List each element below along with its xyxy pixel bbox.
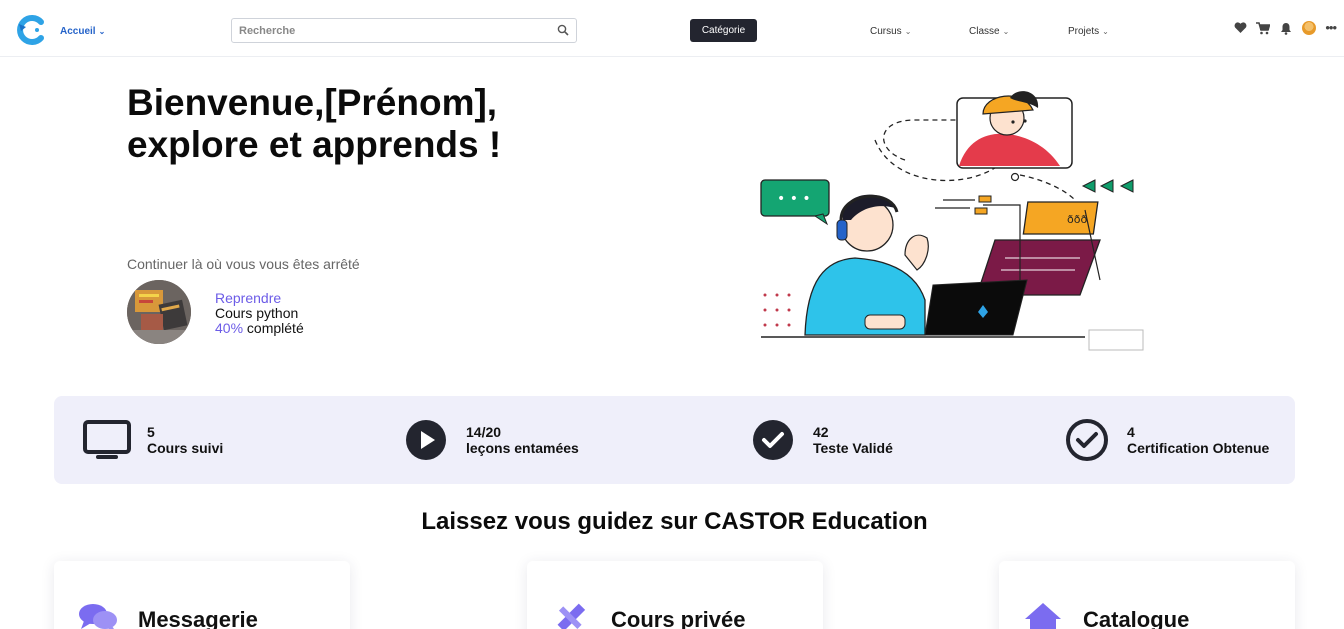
svg-text:ððð: ððð: [1067, 213, 1087, 226]
nav-icon-group: •••: [1233, 21, 1337, 35]
bell-icon[interactable]: [1279, 21, 1293, 35]
course-name: Cours python: [215, 305, 299, 321]
pencil-ruler-icon: [551, 601, 591, 629]
progress-suffix: complété: [243, 320, 304, 336]
resume-link[interactable]: Reprendre: [215, 291, 304, 306]
card-cours-privee[interactable]: Cours privée: [527, 561, 823, 629]
heart-icon[interactable]: [1233, 21, 1247, 35]
play-icon: [401, 415, 451, 465]
stat-label: Cours suivi: [147, 440, 224, 456]
nav-cursus-dropdown[interactable]: Cursus ⌄: [870, 26, 911, 37]
monitor-icon: [82, 415, 132, 465]
card-catalogue[interactable]: Catalogue: [999, 561, 1295, 629]
course-progress: 40% complété: [215, 321, 304, 336]
stat-label: Certification Obtenue: [1127, 440, 1270, 456]
section-title: Laissez vous guidez sur CASTOR Education: [421, 508, 928, 535]
card-title: Catalogue: [1083, 607, 1190, 629]
stat-label: Teste Validé: [813, 440, 893, 456]
castor-logo-icon[interactable]: [15, 14, 47, 46]
nav-cursus-label: Cursus: [870, 26, 902, 37]
more-icon[interactable]: •••: [1325, 21, 1337, 34]
search-icon[interactable]: [557, 24, 569, 36]
stat-text: 14/20 leçons entamées: [466, 424, 579, 456]
hero-title-line1: Bienvenue,[Prénom],: [127, 82, 498, 123]
stat-certifications: 4 Certification Obtenue: [1062, 396, 1269, 484]
search-input[interactable]: [232, 19, 542, 42]
stat-tests: 42 Teste Validé: [748, 396, 893, 484]
nav-home-label: Accueil: [60, 26, 96, 37]
card-title: Messagerie: [138, 607, 258, 629]
hero-title: Bienvenue,[Prénom], explore et apprends …: [127, 82, 647, 166]
card-title: Cours privée: [611, 607, 746, 629]
hero-title-line2: explore et apprends !: [127, 124, 502, 165]
stat-text: 4 Certification Obtenue: [1127, 424, 1269, 456]
stat-value: 4: [1127, 424, 1135, 440]
chevron-down-icon: ⌄: [904, 27, 912, 36]
course-thumbnail[interactable]: [127, 280, 191, 344]
search-bar: [231, 18, 577, 43]
nav-projets-label: Projets: [1068, 26, 1100, 37]
stats-panel: 5 Cours suivi 14/20 leçons entamées 42 T…: [54, 396, 1295, 484]
nav-home-dropdown[interactable]: Accueil ⌄: [60, 26, 105, 37]
check-filled-icon: [748, 415, 798, 465]
progress-percent: 40%: [215, 320, 244, 336]
hero-illustration: • • • ððð: [760, 91, 1144, 351]
category-button[interactable]: Catégorie: [690, 19, 757, 42]
course-info: Reprendre Cours python 40% complété: [215, 291, 304, 336]
check-outline-icon: [1062, 415, 1112, 465]
card-messagerie[interactable]: Messagerie: [54, 561, 350, 629]
svg-text:• • •: • • •: [777, 191, 811, 207]
stat-lessons: 14/20 leçons entamées: [401, 396, 579, 484]
stat-text: 5 Cours suivi: [147, 424, 223, 456]
chat-icon: [78, 601, 118, 629]
stat-label: leçons entamées: [466, 440, 579, 456]
continue-label: Continuer là où vous vous êtes arrêté: [127, 256, 360, 272]
chevron-down-icon: ⌄: [1102, 27, 1109, 36]
nav-classe-dropdown[interactable]: Classe ⌄: [969, 26, 1009, 37]
stat-value: 42: [813, 424, 829, 440]
chevron-down-icon: ⌄: [98, 27, 106, 36]
user-avatar[interactable]: [1302, 21, 1317, 35]
chevron-down-icon: ⌄: [1002, 27, 1010, 36]
nav-classe-label: Classe: [969, 26, 1000, 37]
stat-text: 42 Teste Validé: [813, 424, 893, 456]
stat-courses: 5 Cours suivi: [82, 396, 223, 484]
stat-value: 14/20: [466, 424, 502, 440]
stat-value: 5: [147, 424, 155, 440]
top-navbar: Accueil ⌄ Catégorie Cursus ⌄ Classe ⌄ Pr…: [0, 0, 1344, 57]
home-icon: [1023, 601, 1063, 629]
cart-icon[interactable]: [1256, 21, 1271, 35]
nav-projets-dropdown[interactable]: Projets ⌄: [1068, 26, 1109, 37]
